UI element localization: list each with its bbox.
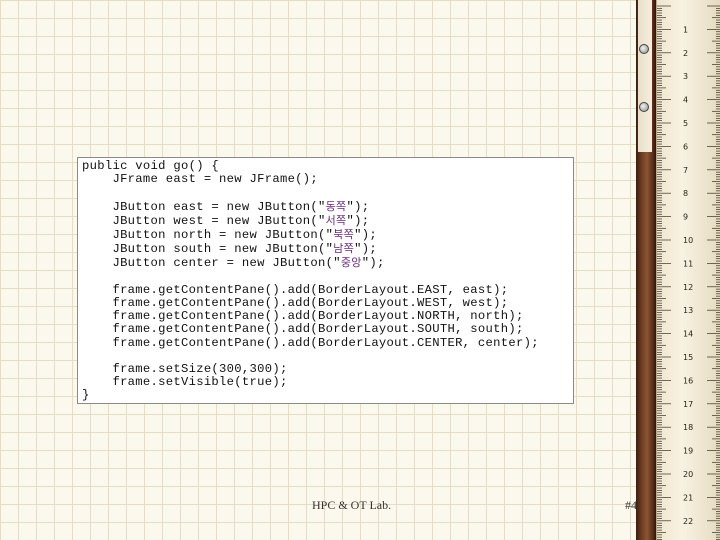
ruler-number: 4 [683,96,688,105]
code-string-korean: 북쪽 [333,228,355,242]
code-segment: frame.getContentPane().add(BorderLayout.… [82,282,509,297]
code-string-korean: 중앙 [340,256,362,270]
ruler-number: 18 [683,423,693,432]
ruler-number: 13 [683,306,693,315]
code-block: public void go() { JFrame east = new JFr… [77,157,574,404]
code-string-korean: 서쪽 [325,213,347,227]
code-segment: JButton north = new JButton(" [82,228,334,243]
ruler-number: 1 [683,25,688,34]
ruler-number: 7 [683,166,688,175]
ruler-number: 19 [683,447,693,456]
code-segment: frame.setVisible(true); [82,375,288,390]
code-segment: JButton east = new JButton(" [82,199,326,214]
code-segment: frame.getContentPane().add(BorderLayout.… [82,335,539,350]
measuring-ruler: 1 2 3 4 5 6 7 8 9 10 11 12 13 14 15 16 17 18 19 20 21 22 [656,0,720,540]
ruler-number: 22 [683,517,693,526]
ruler-number: 5 [683,119,688,128]
code-segment: JButton center = new JButton(" [82,256,341,271]
ruler-number: 10 [683,236,693,245]
code-segment: public void go() { [82,159,220,173]
ruler-number: 2 [683,49,688,58]
code-segment: JButton west = new JButton(" [82,213,326,228]
code-line: JButton south = new JButton("남쪽"); [82,242,573,256]
code-line: JButton center = new JButton("중앙"); [82,256,573,270]
code-line: frame.getContentPane().add(BorderLayout.… [82,335,573,350]
ruler-number: 17 [683,400,693,409]
ruler-ticks: 12345678910111213141516171819202122 [657,5,720,540]
code-line: JButton east = new JButton("동쪽"); [82,200,573,214]
code-segment: frame.getContentPane().add(BorderLayout.… [82,322,524,337]
code-line: JButton west = new JButton("서쪽"); [82,214,573,228]
code-string-korean: 동쪽 [325,199,347,213]
ruler-number: 21 [683,493,693,502]
code-segment: } [82,388,90,403]
code-segment: JButton south = new JButton(" [82,242,334,257]
code-segment: "); [354,228,377,243]
wooden-ruler [636,0,656,540]
ruler-number: 3 [683,72,688,81]
code-line: frame.setVisible(true); [82,376,573,389]
ruler-number: 15 [683,353,693,362]
ruler-number: 20 [683,470,693,479]
code-segment: frame.getContentPane().add(BorderLayout.… [82,296,509,311]
ruler-number: 14 [683,330,693,339]
code-segment: "); [346,199,370,214]
ruler-number: 16 [683,376,693,385]
screw-icon [639,44,649,54]
code-segment: frame.getContentPane().add(BorderLayout.… [82,309,524,324]
ruler-number: 6 [683,142,688,151]
code-string-korean: 남쪽 [333,242,355,256]
screw-icon [639,102,649,112]
code-line: JFrame east = new JFrame(); [82,173,573,186]
slide: public void go() { JFrame east = new JFr… [0,0,720,540]
ruler-number: 12 [683,283,693,292]
code-line: } [82,389,573,402]
code-text: public void go() { JFrame east = new JFr… [82,159,573,403]
ruler-number: 11 [683,259,693,268]
code-segment: "); [354,242,377,257]
code-segment: JFrame east = new JFrame(); [82,172,319,187]
ruler-number: 9 [683,213,688,222]
code-segment: "); [361,256,385,271]
ruler-number: 8 [683,189,688,198]
code-line: JButton north = new JButton("북쪽"); [82,228,573,242]
footer-lab-name: HPC & OT Lab. [312,498,392,512]
code-segment: "); [346,213,370,228]
code-segment: frame.setSize(300,300); [82,362,288,377]
